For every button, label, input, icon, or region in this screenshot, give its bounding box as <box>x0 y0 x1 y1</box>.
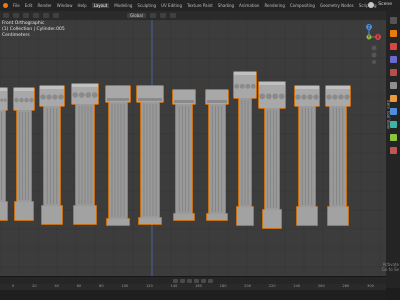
play-button[interactable] <box>194 278 199 283</box>
scene-properties-icon[interactable] <box>389 69 397 76</box>
sidebar-tab-view[interactable]: View <box>386 119 391 129</box>
world-properties-icon[interactable] <box>389 82 397 89</box>
column <box>172 89 196 221</box>
step-back-button[interactable] <box>180 278 185 283</box>
gizmo-x-label: X <box>377 35 380 40</box>
navigation-gizmo[interactable]: X Y Z <box>356 24 382 64</box>
column <box>205 89 229 221</box>
menu-render[interactable]: Render <box>37 3 51 8</box>
column <box>258 81 286 229</box>
3d-viewport[interactable]: Front Orthographic (1) Collection | Cyli… <box>0 20 386 276</box>
tab-sculpting[interactable]: Sculpting <box>137 3 156 8</box>
snap-toggle-button[interactable] <box>159 13 166 18</box>
render-properties-icon[interactable] <box>389 30 397 37</box>
column <box>136 85 164 225</box>
sidebar-tabs: Item Tool View <box>386 100 391 129</box>
tab-animation[interactable]: Animation <box>239 3 259 8</box>
column <box>325 85 351 226</box>
viewport-header: Global <box>0 11 386 20</box>
column <box>0 87 8 221</box>
zoom-icon <box>371 45 377 51</box>
menu-window[interactable]: Window <box>57 3 73 8</box>
top-menu-bar: File Edit Render Window Help Layout Mode… <box>0 0 400 11</box>
menu-file[interactable]: File <box>13 3 20 8</box>
view-menu-button[interactable] <box>23 13 29 18</box>
tab-shading[interactable]: Shading <box>218 3 234 8</box>
tab-uv-editing[interactable]: UV Editing <box>161 3 182 8</box>
activation-watermark: Activate Go to Se <box>382 262 399 272</box>
column <box>294 85 320 226</box>
pivot-point-button[interactable] <box>149 13 156 18</box>
constraint-properties-icon[interactable] <box>389 134 397 141</box>
playback-controls <box>0 277 386 284</box>
transform-orientation-dropdown[interactable]: Global <box>127 13 146 18</box>
blender-window: File Edit Render Window Help Layout Mode… <box>0 0 400 300</box>
tab-compositing[interactable]: Compositing <box>290 3 315 8</box>
material-properties-icon[interactable] <box>389 147 397 154</box>
column <box>13 87 35 221</box>
gizmo-z-label: Z <box>368 25 371 30</box>
menu-edit[interactable]: Edit <box>25 3 33 8</box>
activate-line-2: Go to Se <box>381 267 399 272</box>
column <box>39 85 65 225</box>
column <box>105 85 131 226</box>
object-menu-button[interactable] <box>53 13 59 18</box>
sidebar-tab-item[interactable]: Item <box>386 100 391 109</box>
properties-strip <box>386 11 400 288</box>
scene-name[interactable]: Scene <box>378 2 392 7</box>
jump-start-button[interactable] <box>173 278 178 283</box>
column <box>71 83 99 225</box>
tab-texture-paint[interactable]: Texture Paint <box>187 3 213 8</box>
jump-end-button[interactable] <box>208 278 213 283</box>
timeline-editor: 0 20 40 60 80 100 120 140 160 180 200 220 240 260 280 3… <box>0 276 386 300</box>
mode-selector-button[interactable] <box>13 13 19 18</box>
view-label: Front Orthographic (1) Collection | Cyli… <box>2 21 65 39</box>
tab-rendering[interactable]: Rendering <box>264 3 284 8</box>
blender-logo-icon[interactable] <box>3 3 8 8</box>
menu-help[interactable]: Help <box>77 3 86 8</box>
gizmo-y-label: Y <box>367 35 371 40</box>
step-forward-button[interactable] <box>201 278 206 283</box>
scene-icon[interactable] <box>368 2 374 8</box>
column <box>233 71 257 226</box>
select-menu-button[interactable] <box>33 13 39 18</box>
tab-layout[interactable]: Layout <box>91 3 110 8</box>
output-properties-icon[interactable] <box>389 43 397 50</box>
status-bar <box>0 290 386 300</box>
tool-properties-icon[interactable] <box>389 17 397 24</box>
pan-icon <box>371 52 377 58</box>
tab-modeling[interactable]: Modeling <box>114 3 132 8</box>
sidebar-tab-tool[interactable]: Tool <box>386 110 391 118</box>
add-menu-button[interactable] <box>43 13 49 18</box>
proportional-editing-button[interactable] <box>169 13 176 18</box>
editor-type-button[interactable] <box>3 13 9 18</box>
units-info: Centimeters <box>2 33 30 38</box>
view-layer-properties-icon[interactable] <box>389 56 397 63</box>
camera-view-icon <box>372 60 376 64</box>
viewport-grid <box>0 20 386 276</box>
play-reverse-button[interactable] <box>187 278 192 283</box>
tab-geometry-nodes[interactable]: Geometry Nodes <box>320 3 354 8</box>
